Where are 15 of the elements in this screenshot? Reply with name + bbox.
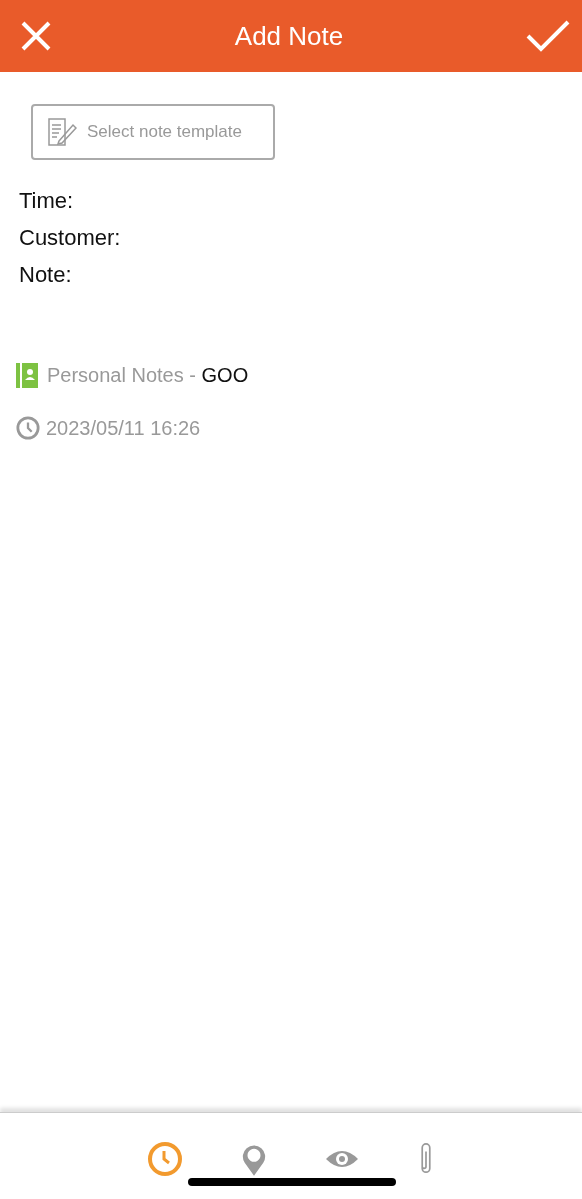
notebook-name: Personal Notes - GOO (47, 364, 249, 387)
field-label: Note: (19, 261, 73, 289)
note-edit-icon (47, 117, 77, 147)
clock-icon[interactable] (147, 1141, 183, 1177)
timestamp: 2023/05/11 16:26 (46, 416, 201, 440)
close-icon[interactable] (20, 20, 52, 52)
eye-icon[interactable] (325, 1149, 359, 1169)
header-title: Add Note (234, 20, 344, 52)
field-label: Time: (19, 187, 75, 215)
field-label: Customer: (19, 224, 122, 252)
notebook-icon (16, 363, 38, 388)
checkmark-icon[interactable] (526, 20, 570, 52)
clock-icon (16, 416, 40, 440)
select-template-button[interactable]: Select note template (31, 104, 275, 160)
location-pin-icon[interactable] (241, 1142, 267, 1176)
